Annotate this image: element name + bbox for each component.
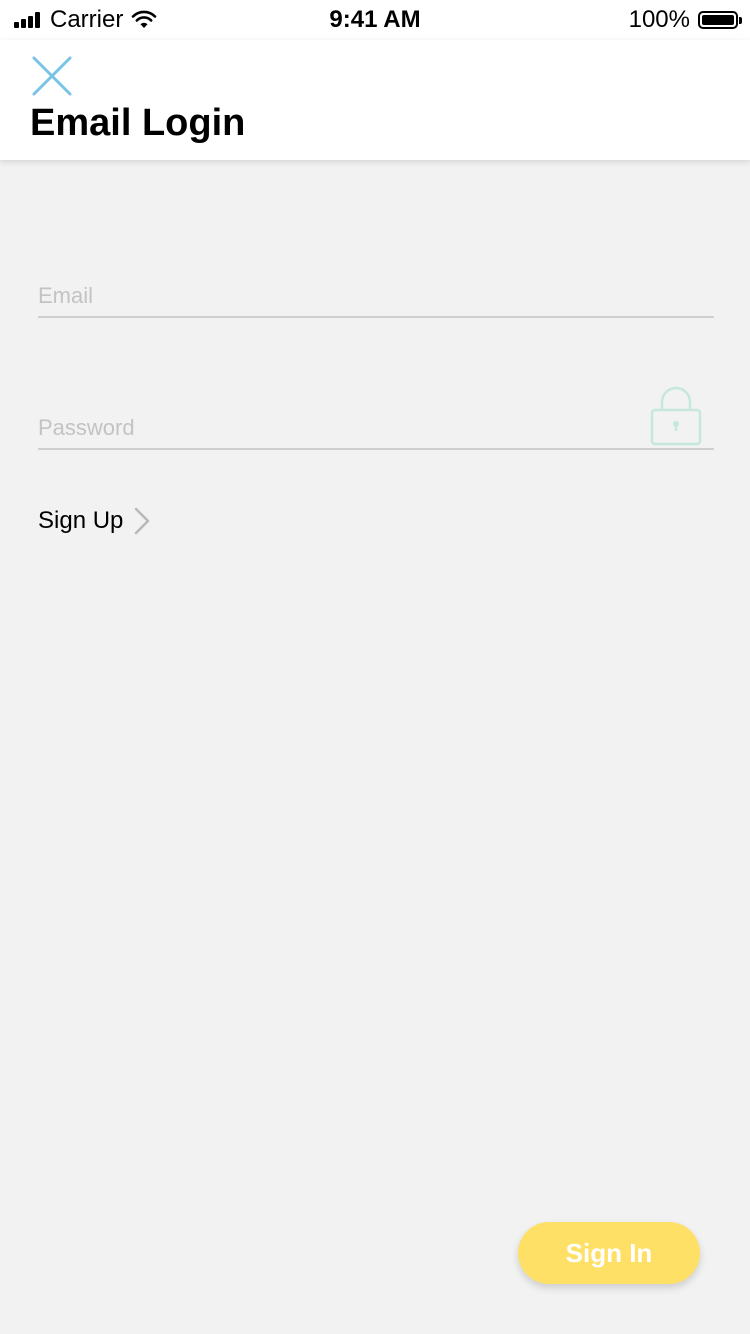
status-right: 100% xyxy=(628,6,742,34)
battery-icon xyxy=(698,11,742,29)
status-bar: Carrier 9:41 AM 100% xyxy=(0,0,750,40)
battery-percentage: 100% xyxy=(628,6,690,33)
sign-up-link[interactable]: Sign Up xyxy=(38,506,151,536)
app-screen: Carrier 9:41 AM 100% Email Login Email S… xyxy=(0,0,750,1334)
lock-icon xyxy=(650,386,702,446)
close-icon xyxy=(32,56,72,96)
close-button[interactable] xyxy=(30,54,74,98)
password-field-container xyxy=(38,386,714,450)
email-input[interactable] xyxy=(38,276,714,316)
page-title: Email Login xyxy=(30,102,246,144)
email-field-container xyxy=(38,276,714,318)
header: Email Login xyxy=(0,40,750,160)
password-input[interactable] xyxy=(38,408,714,448)
sign-up-label: Sign Up xyxy=(38,507,124,534)
sign-in-button[interactable]: Sign In xyxy=(518,1222,700,1284)
chevron-right-icon xyxy=(135,507,150,535)
